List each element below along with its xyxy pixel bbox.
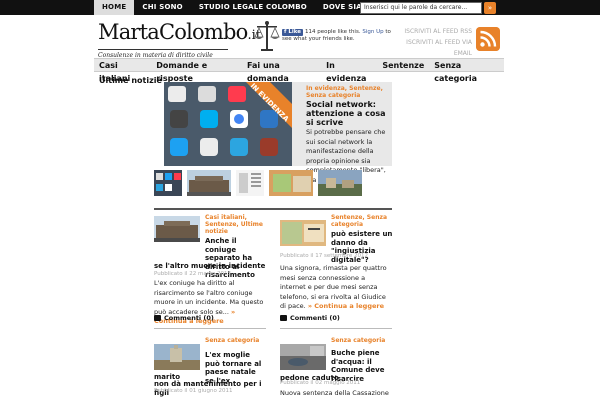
rss-icon[interactable] (476, 27, 500, 51)
post-image[interactable] (280, 344, 326, 370)
post-date: Pubblicato il 17 settembre 2012 (280, 253, 369, 259)
fb-count: 114 people like this. (304, 29, 361, 35)
site-header: MartaColombo.it Consulenze in materia di… (94, 15, 504, 59)
thumbnail-3[interactable] (236, 170, 264, 196)
fb-like-label: Like (288, 29, 301, 35)
post-image[interactable] (154, 216, 200, 242)
post-date: Pubblicato il 22 marzo 2013 (154, 271, 231, 277)
featured-image[interactable]: IN EVIDENZA (164, 82, 292, 166)
post-divider (280, 328, 392, 329)
post-date: Pubblicato il 02 maggio 2011 (280, 380, 361, 386)
nav-fai-domanda[interactable]: Fai una domanda (242, 59, 321, 83)
thumbnail-2[interactable] (187, 170, 231, 196)
post-image[interactable] (154, 344, 200, 370)
nav-casi-italiani[interactable]: Casi italiani (94, 59, 151, 83)
featured-title[interactable]: Social network: attenzione a cosa si scr… (306, 100, 390, 127)
content-divider (154, 208, 392, 210)
nav-domande-risposte[interactable]: Domande e risposte (151, 59, 242, 83)
comment-icon (154, 315, 161, 321)
post-title-continued[interactable]: se l'altro muore in incidente (154, 262, 266, 271)
post-image[interactable] (280, 220, 326, 246)
post-comments[interactable]: Commenti (0) (280, 314, 340, 322)
logo-marta: Marta (98, 20, 160, 44)
thumbnail-5[interactable] (318, 170, 362, 196)
site-logo[interactable]: MartaColombo.it Consulenze in materia di… (98, 21, 261, 59)
rss-links: ISCRIVITI AL FEED RSS ISCRIVITI AL FEED … (394, 26, 472, 59)
post-categories[interactable]: Casi italiani, Sentenze, Ultime notizie (205, 214, 265, 235)
post-categories[interactable]: Senza categoria (331, 337, 391, 344)
logo-colombo: Colombo (159, 20, 248, 44)
nav-senza-categoria[interactable]: Senza categoria (429, 59, 504, 83)
thumbnail-1[interactable] (154, 170, 182, 196)
topnav-home[interactable]: HOME (94, 0, 135, 15)
topnav-studio-legale[interactable]: STUDIO LEGALE COLOMBO (191, 0, 315, 15)
nav-in-evidenza[interactable]: In evidenza (321, 59, 377, 83)
scales-of-justice-icon (254, 21, 280, 51)
comments-count: Commenti (0) (290, 314, 340, 322)
post-excerpt-text: L'ex coniuge ha diritto al risarcimento … (154, 279, 264, 316)
post-categories[interactable]: Sentenze, Senza categoria (331, 214, 391, 228)
post-divider (154, 328, 266, 329)
nav-sentenze[interactable]: Sentenze (377, 59, 429, 72)
facebook-like-box: f Like 114 people like this. Sign Up to s… (282, 29, 402, 43)
post-comments[interactable]: Commenti (0) (154, 314, 214, 322)
read-more-link[interactable]: » Continua a leggere (308, 302, 384, 310)
top-nav: HOME CHI SONO STUDIO LEGALE COLOMBO DOVE… (94, 0, 383, 15)
post-excerpt: Una signora, rimasta per quattro mesi se… (280, 264, 392, 312)
featured-categories[interactable]: In evidenza, Sentenze, Senza categoria (306, 85, 390, 99)
comments-count: Commenti (0) (164, 314, 214, 322)
fb-signup-link[interactable]: Sign Up (362, 29, 383, 35)
comment-icon (280, 315, 287, 321)
thumbnail-4[interactable] (269, 170, 313, 196)
facebook-like-button[interactable]: f Like (282, 29, 303, 36)
section-title: Ultime notizie (99, 76, 162, 85)
rss-feed-link[interactable]: ISCRIVITI AL FEED RSS (394, 26, 472, 37)
featured-post: IN EVIDENZA In evidenza, Sentenze, Senza… (164, 82, 392, 184)
thumbnail-strip (154, 170, 394, 196)
post-categories[interactable]: Senza categoria (205, 337, 265, 344)
facebook-icon: f (284, 29, 287, 35)
category-nav: Casi italiani Domande e risposte Fai una… (94, 58, 504, 83)
topnav-chi-sono[interactable]: CHI SONO (134, 0, 190, 15)
phone-apps-illustration: IN EVIDENZA (164, 82, 292, 166)
search-input[interactable]: Inserisci qui le parole da cercare... (360, 2, 482, 14)
post-excerpt: Nuova sentenza della Cassazione in (280, 389, 389, 400)
email-feed-link[interactable]: ISCRIVITI AL FEED VIA EMAIL (394, 37, 472, 59)
post-date: Pubblicato il 01 giugno 2011 (154, 388, 233, 394)
search-button[interactable]: » (484, 2, 496, 14)
